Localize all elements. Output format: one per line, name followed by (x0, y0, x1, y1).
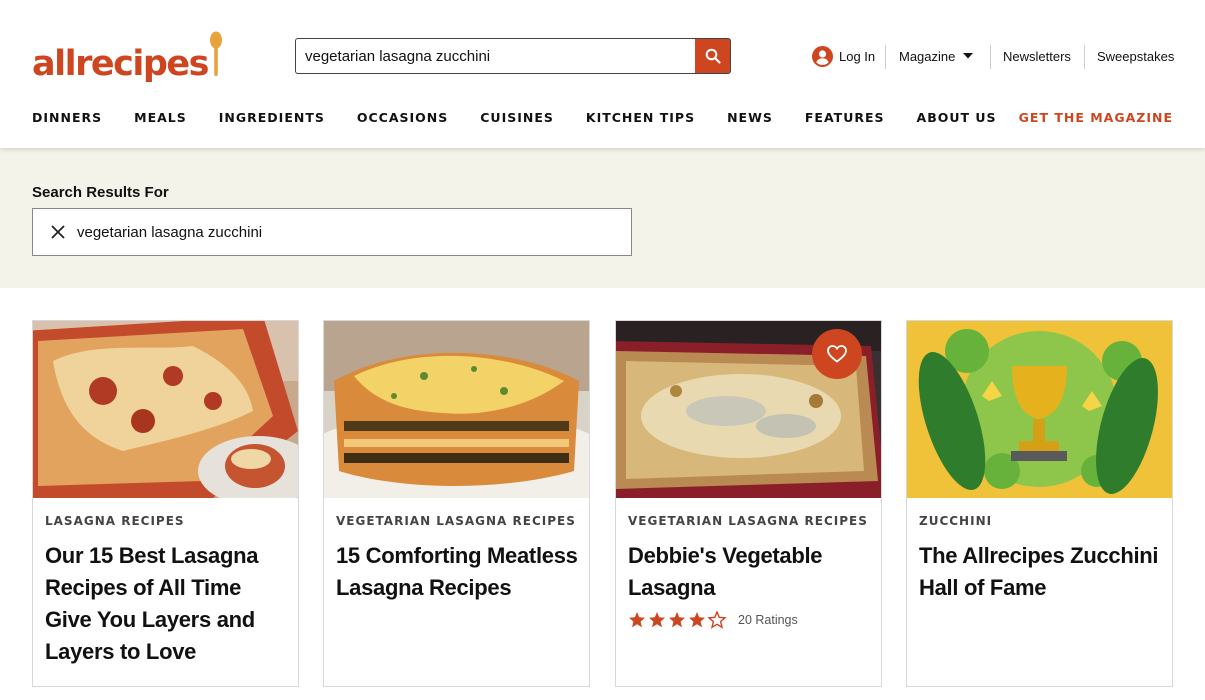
meatless-lasagna-slice-photo[interactable] (324, 321, 589, 498)
login-link[interactable]: Log In (812, 44, 875, 68)
spoon-icon (209, 31, 222, 76)
site-search (295, 38, 731, 74)
ratings-count: 20 Ratings (738, 613, 798, 627)
nav-item-features[interactable]: FEATURES (805, 110, 885, 125)
baked-lasagna-photo[interactable] (33, 321, 298, 498)
nav-item-kitchen-tips[interactable]: KITCHEN TIPS (586, 110, 695, 125)
zucchini-trophy-illustration[interactable] (907, 321, 1172, 498)
search-input[interactable] (295, 38, 695, 74)
logo-text: allrecipes (32, 44, 209, 84)
close-icon[interactable] (50, 224, 66, 240)
nav-item-cuisines[interactable]: CUISINES (480, 110, 554, 125)
card-category[interactable]: VEGETARIAN LASAGNA RECIPES (628, 514, 868, 528)
search-button[interactable] (695, 38, 731, 74)
site-header: allrecipes Log In Magazine Newsletters (0, 0, 1205, 148)
caret-down-icon (963, 53, 974, 59)
login-label: Log In (839, 48, 876, 64)
save-recipe-button[interactable] (812, 329, 862, 379)
nav-item-dinners[interactable]: DINNERS (32, 110, 102, 125)
card-title[interactable]: Our 15 Best Lasagna Recipes of All Time … (45, 540, 290, 668)
search-results-query-field[interactable]: vegetarian lasagna zucchini (32, 208, 632, 256)
recipe-card[interactable]: ZUCCHINI The Allrecipes Zucchini Hall of… (906, 320, 1173, 687)
card-category[interactable]: VEGETARIAN LASAGNA RECIPES (336, 514, 576, 528)
card-title[interactable]: Debbie's Vegetable Lasagna (628, 540, 873, 604)
star-rating: 20 Ratings (628, 611, 798, 629)
nav-item-ingredients[interactable]: INGREDIENTS (219, 110, 325, 125)
sweepstakes-label: Sweepstakes (1097, 48, 1175, 64)
divider (990, 45, 991, 69)
heart-icon (827, 345, 847, 363)
nav-item-meals[interactable]: MEALS (134, 110, 187, 125)
card-title[interactable]: The Allrecipes Zucchini Hall of Fame (919, 540, 1164, 604)
search-results-label: Search Results For (32, 184, 169, 201)
search-icon (705, 48, 721, 64)
divider (1084, 45, 1085, 69)
recipe-card[interactable]: VEGETARIAN LASAGNA RECIPES Debbie's Vege… (615, 320, 882, 687)
magazine-dropdown[interactable]: Magazine (899, 44, 974, 68)
card-title[interactable]: 15 Comforting Meatless Lasagna Recipes (336, 540, 581, 604)
newsletters-label: Newsletters (1003, 48, 1071, 64)
card-category[interactable]: LASAGNA RECIPES (45, 514, 185, 528)
main-nav: DINNERS MEALS INGREDIENTS OCCASIONS CUIS… (32, 110, 1029, 125)
nav-item-about-us[interactable]: ABOUT US (917, 110, 997, 125)
sweepstakes-link[interactable]: Sweepstakes (1097, 44, 1174, 68)
card-category[interactable]: ZUCCHINI (919, 514, 992, 528)
recipe-card[interactable]: VEGETARIAN LASAGNA RECIPES 15 Comforting… (323, 320, 590, 687)
allrecipes-logo[interactable]: allrecipes (32, 31, 223, 84)
newsletters-link[interactable]: Newsletters (1003, 44, 1071, 68)
get-the-magazine-link[interactable]: GET THE MAGAZINE (1019, 110, 1173, 125)
recipe-card[interactable]: LASAGNA RECIPES Our 15 Best Lasagna Reci… (32, 320, 299, 687)
nav-item-news[interactable]: NEWS (727, 110, 773, 125)
account-icon (812, 45, 833, 67)
search-query-text: vegetarian lasagna zucchini (77, 223, 263, 241)
nav-item-occasions[interactable]: OCCASIONS (357, 110, 448, 125)
divider (885, 45, 886, 69)
star-icon (629, 611, 726, 628)
magazine-label: Magazine (899, 48, 956, 64)
search-results-header: Search Results For vegetarian lasagna zu… (0, 148, 1205, 288)
